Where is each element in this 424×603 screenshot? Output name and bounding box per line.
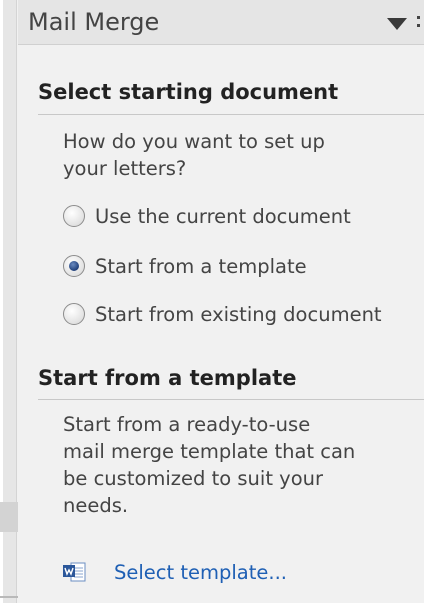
section-heading-start-from-template: Start from a template: [38, 366, 297, 390]
radio-button-selected[interactable]: [63, 255, 85, 277]
section-heading-starting-document: Select starting document: [38, 80, 339, 104]
radio-button[interactable]: [63, 303, 85, 325]
setup-question-text: How do you want to set up your letters?: [63, 130, 325, 180]
pane-title: Mail Merge: [28, 8, 160, 36]
radio-use-current-document[interactable]: Use the current document: [63, 201, 351, 231]
section-divider: [38, 114, 424, 115]
mail-merge-pane: Mail Merge Select starting document How …: [18, 0, 424, 603]
word-document-icon: [62, 561, 86, 583]
template-description-text: Start from a ready-to-use mail merge tem…: [63, 413, 356, 517]
radio-label: Start from existing document: [95, 302, 382, 326]
radio-label: Use the current document: [95, 204, 351, 228]
section-divider: [38, 399, 424, 400]
dropdown-triangle-icon[interactable]: [386, 16, 408, 30]
radio-label: Start from a template: [95, 254, 307, 278]
select-template-link[interactable]: Select template...: [62, 557, 287, 587]
select-template-link-label[interactable]: Select template...: [114, 561, 287, 584]
radio-start-from-template[interactable]: Start from a template: [63, 251, 307, 281]
radio-start-from-existing-document[interactable]: Start from existing document: [63, 299, 382, 329]
pane-header: Mail Merge: [18, 0, 424, 45]
close-icon[interactable]: [416, 12, 424, 32]
radio-button[interactable]: [63, 205, 85, 227]
